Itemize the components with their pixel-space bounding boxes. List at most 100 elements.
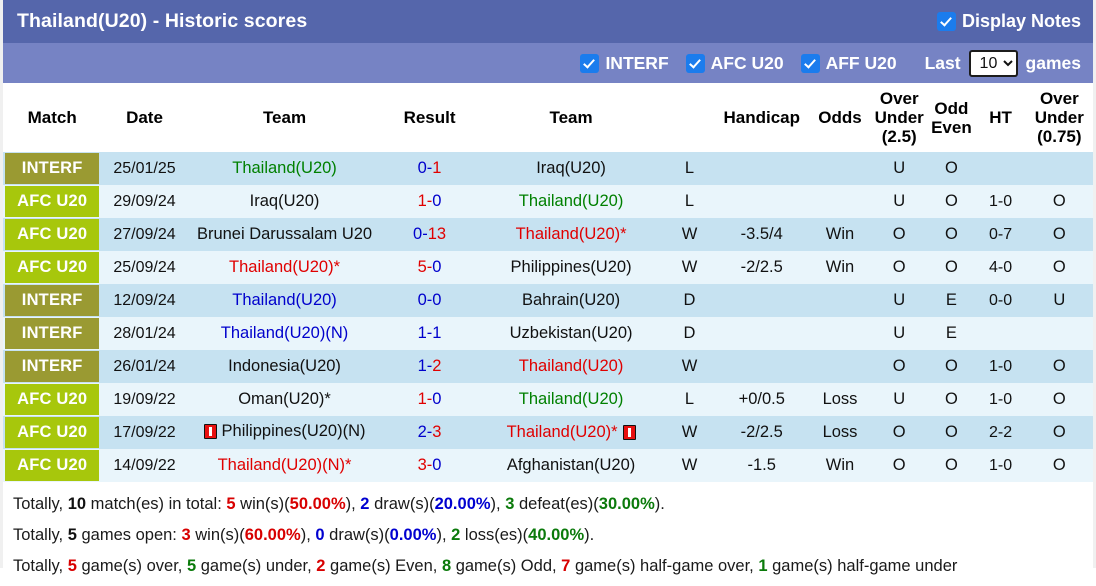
cell-away-team[interactable]: Iraq(U20) (478, 152, 665, 185)
cell-over-under-075: O (1026, 185, 1093, 218)
score-home: 0 (413, 225, 422, 243)
sum3-over: 5 (68, 557, 77, 575)
cell-away-team[interactable]: Thailand(U20) (478, 350, 665, 383)
cell-match-type[interactable]: INTERF (3, 284, 101, 317)
cell-result[interactable]: 1-0 (381, 383, 477, 416)
cell-result[interactable]: 0-13 (381, 218, 477, 251)
cell-home-team[interactable]: Brunei Darussalam U20 (188, 218, 382, 251)
competition-badge: INTERF (5, 153, 99, 184)
cell-match-type[interactable]: AFC U20 (3, 416, 101, 449)
table-row[interactable]: AFC U2027/09/24Brunei Darussalam U200-13… (3, 218, 1093, 251)
sum3-t6: game(s) half-game over, (570, 557, 758, 575)
score-home: 1 (418, 192, 427, 210)
cell-away-team[interactable]: Thailand(U20) (478, 383, 665, 416)
cell-match-type[interactable]: INTERF (3, 350, 101, 383)
cell-over-under-075: O (1026, 350, 1093, 383)
cell-result[interactable]: 0-1 (381, 152, 477, 185)
cell-away-team[interactable]: Thailand(U20)* (478, 416, 665, 449)
col-header-over-under-075[interactable]: Over Under (0.75) (1026, 83, 1093, 152)
col-header-match[interactable]: Match (3, 83, 101, 152)
table-body: INTERF25/01/25Thailand(U20)0-1Iraq(U20)L… (3, 152, 1093, 482)
display-notes-label: Display Notes (962, 11, 1081, 32)
cell-result[interactable]: 1-0 (381, 185, 477, 218)
cell-result[interactable]: 1-2 (381, 350, 477, 383)
table-row[interactable]: INTERF26/01/24Indonesia(U20)1-2Thailand(… (3, 350, 1093, 383)
table-row[interactable]: AFC U2019/09/22Oman(U20)*1-0Thailand(U20… (3, 383, 1093, 416)
interf-checkbox[interactable] (581, 55, 598, 72)
cell-result[interactable]: 2-3 (381, 416, 477, 449)
away-team-content: Thailand(U20)* (507, 423, 636, 442)
cell-result[interactable]: 5-0 (381, 251, 477, 284)
col-header-result[interactable]: Result (381, 83, 477, 152)
sum3-odd: 8 (442, 557, 451, 575)
away-team-content: Philippines(U20) (511, 258, 632, 277)
cell-away-team[interactable]: Uzbekistan(U20) (478, 317, 665, 350)
cell-home-team[interactable]: Thailand(U20)(N)* (188, 449, 382, 482)
table-row[interactable]: INTERF12/09/24Thailand(U20)0-0Bahrain(U2… (3, 284, 1093, 317)
competition-badge: AFC U20 (5, 186, 99, 217)
cell-over-under-25: U (871, 317, 927, 350)
cell-over-under-25: O (871, 350, 927, 383)
cell-result[interactable]: 0-0 (381, 284, 477, 317)
cell-outcome: L (664, 152, 714, 185)
cell-home-team[interactable]: Philippines(U20)(N) (188, 416, 382, 449)
sum2-loss-pct: 40.00% (528, 526, 584, 544)
cell-home-team[interactable]: Iraq(U20) (188, 185, 382, 218)
filter-aff-u20[interactable]: AFF U20 (802, 53, 897, 74)
col-header-odd-even[interactable]: Odd Even (927, 83, 975, 152)
display-notes-checkbox[interactable] (938, 13, 955, 30)
cell-home-team[interactable]: Indonesia(U20) (188, 350, 382, 383)
cell-match-type[interactable]: INTERF (3, 152, 101, 185)
table-row[interactable]: AFC U2025/09/24Thailand(U20)*5-0Philippi… (3, 251, 1093, 284)
table-row[interactable]: AFC U2017/09/22Philippines(U20)(N)2-3Tha… (3, 416, 1093, 449)
score-home: 3 (418, 456, 427, 474)
cell-away-team[interactable]: Afghanistan(U20) (478, 449, 665, 482)
cell-away-team[interactable]: Thailand(U20) (478, 185, 665, 218)
cell-home-team[interactable]: Thailand(U20)* (188, 251, 382, 284)
interf-label: INTERF (605, 53, 668, 74)
home-team-content: Brunei Darussalam U20 (197, 225, 372, 244)
cell-result[interactable]: 3-0 (381, 449, 477, 482)
col-header-ht[interactable]: HT (976, 83, 1026, 152)
sum2-win-pct: 60.00% (245, 526, 301, 544)
cell-away-team[interactable]: Bahrain(U20) (478, 284, 665, 317)
col-header-date[interactable]: Date (101, 83, 187, 152)
sum2-wins: 3 (181, 526, 190, 544)
display-notes-toggle[interactable]: Display Notes (938, 11, 1081, 32)
table-row[interactable]: AFC U2014/09/22Thailand(U20)(N)*3-0Afgha… (3, 449, 1093, 482)
cell-odd-even: O (927, 350, 975, 383)
cell-away-team[interactable]: Thailand(U20)* (478, 218, 665, 251)
last-games-selector[interactable]: Last 510203050 games (925, 50, 1081, 77)
afc-u20-checkbox[interactable] (687, 55, 704, 72)
cell-handicap (715, 185, 809, 218)
cell-match-type[interactable]: INTERF (3, 317, 101, 350)
cell-match-type[interactable]: AFC U20 (3, 449, 101, 482)
away-team-name: Bahrain(U20) (522, 291, 620, 310)
filter-interf[interactable]: INTERF (581, 53, 668, 74)
table-row[interactable]: INTERF28/01/24Thailand(U20)(N)1-1Uzbekis… (3, 317, 1093, 350)
cell-home-team[interactable]: Thailand(U20) (188, 284, 382, 317)
filter-afc-u20[interactable]: AFC U20 (687, 53, 784, 74)
cell-away-team[interactable]: Philippines(U20) (478, 251, 665, 284)
table-row[interactable]: INTERF25/01/25Thailand(U20)0-1Iraq(U20)L… (3, 152, 1093, 185)
cell-over-under-075: O (1026, 383, 1093, 416)
cell-home-team[interactable]: Thailand(U20)(N) (188, 317, 382, 350)
col-header-home-team[interactable]: Team (188, 83, 382, 152)
col-header-odds[interactable]: Odds (809, 83, 871, 152)
away-team-name: Thailand(U20)* (507, 423, 618, 442)
cell-home-team[interactable]: Oman(U20)* (188, 383, 382, 416)
cell-odd-even: O (927, 152, 975, 185)
red-card-icon (204, 424, 217, 439)
table-row[interactable]: AFC U2029/09/24Iraq(U20)1-0Thailand(U20)… (3, 185, 1093, 218)
cell-home-team[interactable]: Thailand(U20) (188, 152, 382, 185)
cell-match-type[interactable]: AFC U20 (3, 383, 101, 416)
col-header-handicap[interactable]: Handicap (715, 83, 809, 152)
cell-match-type[interactable]: AFC U20 (3, 218, 101, 251)
cell-result[interactable]: 1-1 (381, 317, 477, 350)
col-header-over-under-25[interactable]: Over Under (2.5) (871, 83, 927, 152)
cell-match-type[interactable]: AFC U20 (3, 185, 101, 218)
cell-match-type[interactable]: AFC U20 (3, 251, 101, 284)
col-header-away-team[interactable]: Team (478, 83, 665, 152)
aff-u20-checkbox[interactable] (802, 55, 819, 72)
games-count-select[interactable]: 510203050 (969, 50, 1018, 77)
